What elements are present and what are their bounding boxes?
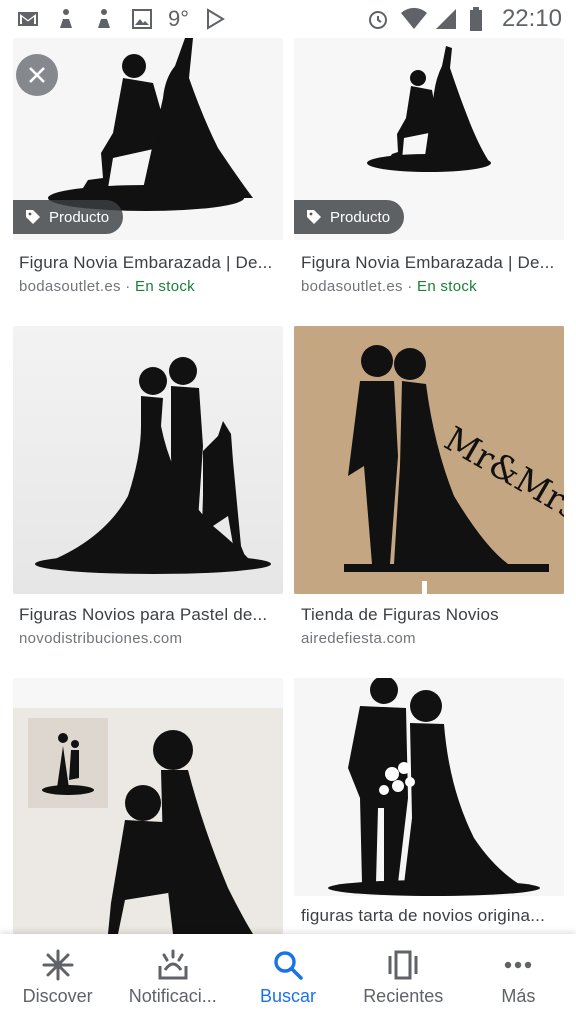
stock-status: En stock: [417, 278, 477, 295]
result-image[interactable]: [13, 678, 283, 934]
result-source: novodistribuciones.com: [19, 630, 183, 647]
recents-icon: [388, 950, 418, 980]
battery-icon: [468, 7, 492, 31]
bottom-navigation: Discover Notificaci... Buscar Recientes …: [0, 934, 576, 1024]
result-image[interactable]: [294, 678, 564, 896]
stock-status: En stock: [135, 278, 195, 295]
source-domain: bodasoutlet.es: [301, 278, 403, 295]
separator: ·: [120, 278, 136, 295]
nav-search[interactable]: Buscar: [230, 934, 345, 1024]
result-source: bodasoutlet.es · En stock: [19, 278, 195, 295]
result-title[interactable]: Figuras Novios para Pastel de...: [19, 605, 281, 625]
wifi-icon: [400, 7, 427, 31]
close-button[interactable]: [16, 54, 58, 96]
gmail-icon: [16, 7, 40, 31]
result-title[interactable]: figuras tarta de novios origina...: [301, 906, 563, 926]
nav-label: Más: [501, 986, 536, 1006]
signal-icon: [434, 7, 458, 31]
status-bar: 9° 22:10: [0, 0, 576, 38]
nav-label: Buscar: [259, 986, 317, 1006]
nav-notifications[interactable]: Notificaci...: [115, 934, 230, 1024]
result-image[interactable]: [13, 326, 283, 594]
more-icon: [505, 961, 532, 969]
tag-icon: [26, 210, 40, 224]
app-notification-icon: [54, 7, 78, 31]
search-icon: [274, 951, 303, 980]
alarm-icon: [366, 7, 390, 31]
result-source: bodasoutlet.es · En stock: [301, 278, 477, 295]
image-icon: [130, 7, 154, 31]
nav-discover[interactable]: Discover: [0, 934, 115, 1024]
result-title[interactable]: Figura Novia Embarazada | De...: [301, 253, 563, 273]
badge-label: Producto: [330, 208, 391, 226]
source-domain: bodasoutlet.es: [19, 278, 121, 295]
nav-more[interactable]: Más: [461, 934, 576, 1024]
separator: ·: [402, 278, 418, 295]
app-notification-icon: [92, 7, 116, 31]
nav-label: Notificaci...: [128, 986, 217, 1006]
play-store-icon: [203, 7, 227, 31]
result-image[interactable]: Mr&Mrs: [294, 326, 564, 594]
notifications-icon: [158, 949, 188, 980]
product-badge: Producto: [13, 200, 124, 234]
nav-label: Recientes: [363, 986, 444, 1006]
asterisk-icon: [42, 949, 74, 981]
result-title[interactable]: Tienda de Figuras Novios: [301, 605, 563, 625]
nav-label: Discover: [22, 986, 93, 1006]
nav-recents[interactable]: Recientes: [346, 934, 461, 1024]
clock: 22:10: [501, 5, 562, 32]
badge-label: Producto: [49, 208, 110, 226]
temperature-text: 9°: [168, 6, 190, 31]
product-badge: Producto: [294, 200, 405, 234]
close-icon: [29, 67, 45, 83]
result-title[interactable]: Figura Novia Embarazada | De...: [19, 253, 281, 273]
tag-icon: [307, 210, 321, 224]
result-source: airedefiesta.com: [301, 630, 416, 647]
